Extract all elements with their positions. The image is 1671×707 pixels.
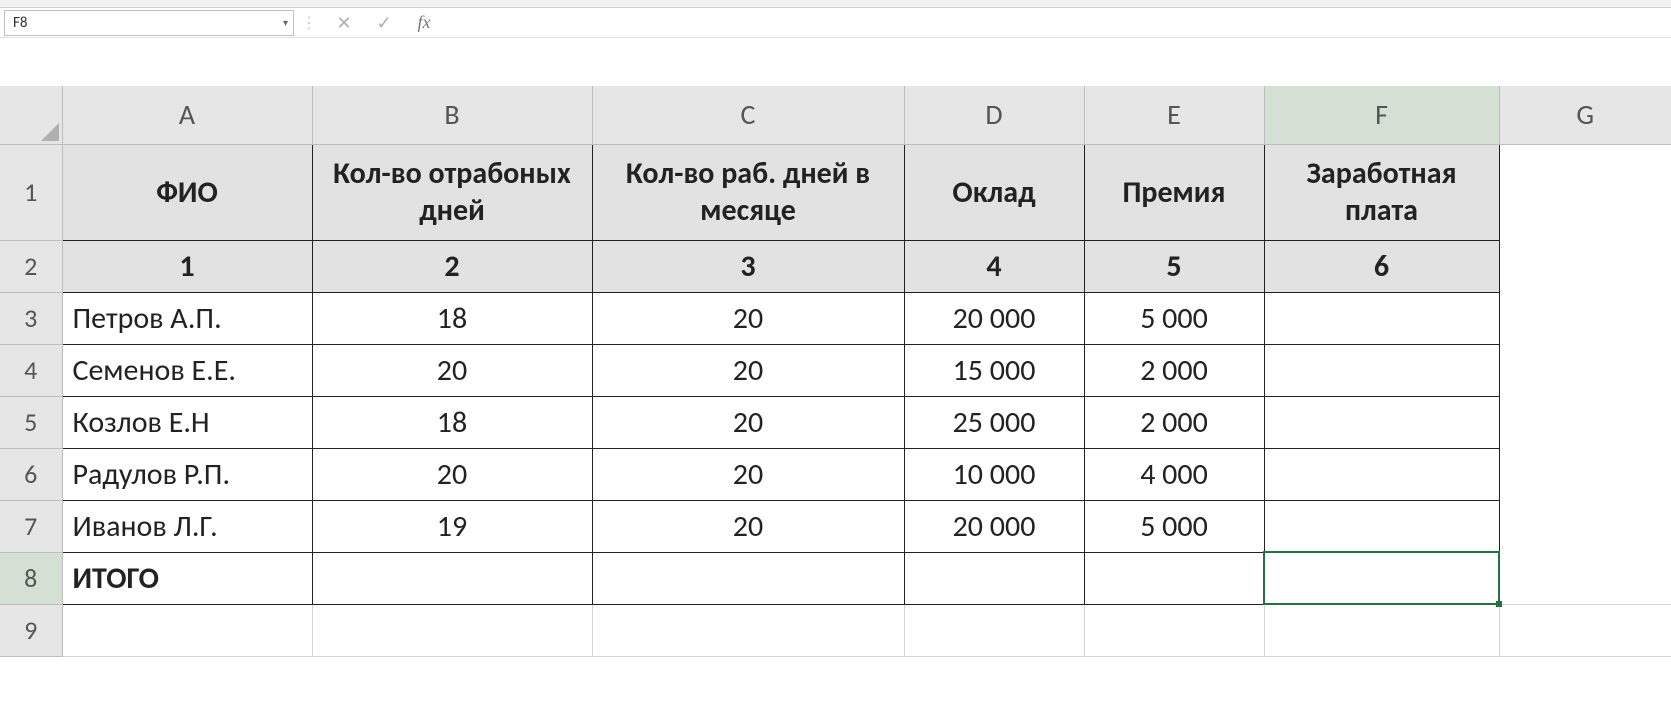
cell-E9[interactable]	[1084, 604, 1264, 656]
cell-G5[interactable]	[1499, 396, 1671, 448]
fx-icon[interactable]: fx	[409, 12, 439, 33]
cell-A3[interactable]: Петров А.П.	[62, 292, 312, 344]
cell-E7[interactable]: 5 000	[1084, 500, 1264, 552]
row-header-9[interactable]: 9	[0, 604, 62, 656]
row-header-7[interactable]: 7	[0, 500, 62, 552]
col-header-F[interactable]: F	[1264, 86, 1499, 144]
cell-C5[interactable]: 20	[592, 396, 904, 448]
cell-F8[interactable]	[1264, 552, 1499, 604]
cell-C9[interactable]	[592, 604, 904, 656]
cell-G7[interactable]	[1499, 500, 1671, 552]
cell-E5[interactable]: 2 000	[1084, 396, 1264, 448]
cell-F1[interactable]: Заработная плата	[1264, 144, 1499, 240]
col-header-C[interactable]: C	[592, 86, 904, 144]
col-header-D[interactable]: D	[904, 86, 1084, 144]
cell-G4[interactable]	[1499, 344, 1671, 396]
gap	[0, 38, 1671, 86]
ribbon-bottom-edge	[0, 0, 1671, 8]
row-header-8[interactable]: 8	[0, 552, 62, 604]
row-header-6[interactable]: 6	[0, 448, 62, 500]
name-box[interactable]: F8 ▾	[4, 10, 294, 36]
cell-E6[interactable]: 4 000	[1084, 448, 1264, 500]
cell-E4[interactable]: 2 000	[1084, 344, 1264, 396]
formula-bar-row: F8 ▾ ⋮ ✕ ✓ fx	[0, 8, 1671, 38]
formula-bar-buttons: ✕ ✓ fx	[324, 12, 444, 34]
cell-D6[interactable]: 10 000	[904, 448, 1084, 500]
cell-C1[interactable]: Кол-во раб. дней в месяце	[592, 144, 904, 240]
col-header-G[interactable]: G	[1499, 86, 1671, 144]
cell-B8[interactable]	[312, 552, 592, 604]
cell-E8[interactable]	[1084, 552, 1264, 604]
cell-D5[interactable]: 25 000	[904, 396, 1084, 448]
cell-D9[interactable]	[904, 604, 1084, 656]
cell-A2[interactable]: 1	[62, 240, 312, 292]
cell-A8[interactable]: ИТОГО	[62, 552, 312, 604]
cell-A4[interactable]: Семенов Е.Е.	[62, 344, 312, 396]
cell-D4[interactable]: 15 000	[904, 344, 1084, 396]
cell-B3[interactable]: 18	[312, 292, 592, 344]
cell-F5[interactable]	[1264, 396, 1499, 448]
cell-F7[interactable]	[1264, 500, 1499, 552]
cell-B4[interactable]: 20	[312, 344, 592, 396]
col-header-B[interactable]: B	[312, 86, 592, 144]
cell-B1[interactable]: Кол-во отрабоных дней	[312, 144, 592, 240]
cell-C2[interactable]: 3	[592, 240, 904, 292]
cell-C3[interactable]: 20	[592, 292, 904, 344]
row-header-2[interactable]: 2	[0, 240, 62, 292]
cell-B5[interactable]: 18	[312, 396, 592, 448]
col-header-E[interactable]: E	[1084, 86, 1264, 144]
separator: ⋮	[294, 13, 324, 33]
name-box-value: F8	[13, 14, 28, 32]
row-header-4[interactable]: 4	[0, 344, 62, 396]
cell-A5[interactable]: Козлов Е.Н	[62, 396, 312, 448]
col-header-A[interactable]: A	[62, 86, 312, 144]
row-header-3[interactable]: 3	[0, 292, 62, 344]
cancel-icon[interactable]: ✕	[329, 12, 359, 34]
row-header-5[interactable]: 5	[0, 396, 62, 448]
cell-F6[interactable]	[1264, 448, 1499, 500]
cell-D8[interactable]	[904, 552, 1084, 604]
cell-C4[interactable]: 20	[592, 344, 904, 396]
cell-G3[interactable]	[1499, 292, 1671, 344]
cell-G2[interactable]	[1499, 240, 1671, 292]
cell-B9[interactable]	[312, 604, 592, 656]
cell-G8[interactable]	[1499, 552, 1671, 604]
cell-B7[interactable]: 19	[312, 500, 592, 552]
cell-E3[interactable]: 5 000	[1084, 292, 1264, 344]
cell-A9[interactable]	[62, 604, 312, 656]
cell-G1[interactable]	[1499, 144, 1671, 240]
cell-C6[interactable]: 20	[592, 448, 904, 500]
cell-F2[interactable]: 6	[1264, 240, 1499, 292]
cell-D1[interactable]: Оклад	[904, 144, 1084, 240]
row-header-1[interactable]: 1	[0, 144, 62, 240]
cell-E2[interactable]: 5	[1084, 240, 1264, 292]
formula-input[interactable]	[444, 10, 1671, 36]
cell-F4[interactable]	[1264, 344, 1499, 396]
chevron-down-icon[interactable]: ▾	[283, 16, 288, 29]
cell-D3[interactable]: 20 000	[904, 292, 1084, 344]
cell-C7[interactable]: 20	[592, 500, 904, 552]
cell-C8[interactable]	[592, 552, 904, 604]
cell-F3[interactable]	[1264, 292, 1499, 344]
cell-A7[interactable]: Иванов Л.Г.	[62, 500, 312, 552]
spreadsheet-grid[interactable]: A B C D E F G 1 ФИО Кол-во отрабоных дне…	[0, 86, 1671, 657]
cell-D7[interactable]: 20 000	[904, 500, 1084, 552]
cell-A1[interactable]: ФИО	[62, 144, 312, 240]
cell-A6[interactable]: Радулов Р.П.	[62, 448, 312, 500]
enter-icon[interactable]: ✓	[369, 12, 399, 34]
cell-F9[interactable]	[1264, 604, 1499, 656]
cell-D2[interactable]: 4	[904, 240, 1084, 292]
select-all-corner[interactable]	[0, 86, 62, 144]
cell-E1[interactable]: Премия	[1084, 144, 1264, 240]
cell-B2[interactable]: 2	[312, 240, 592, 292]
cell-B6[interactable]: 20	[312, 448, 592, 500]
cell-G9[interactable]	[1499, 604, 1671, 656]
cell-G6[interactable]	[1499, 448, 1671, 500]
